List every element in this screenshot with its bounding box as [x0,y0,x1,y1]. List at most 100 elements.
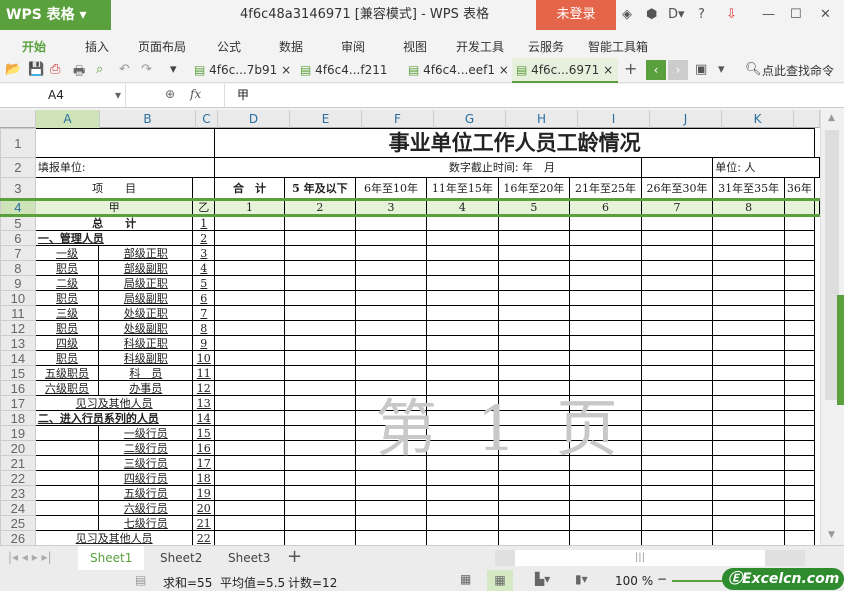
maximize-icon[interactable]: ☐ [790,7,802,22]
cell[interactable] [283,440,356,456]
position-label[interactable]: 四级行员 [98,470,194,486]
cell[interactable] [783,425,816,441]
cell[interactable] [783,275,816,291]
function-icon[interactable]: fx [190,87,201,101]
column-header[interactable]: B [100,110,196,128]
cell[interactable] [640,500,714,516]
cell[interactable] [640,335,714,351]
cell[interactable] [283,530,356,545]
cell[interactable] [569,470,642,486]
row-header[interactable]: 12 [0,320,36,336]
cell[interactable] [426,215,499,231]
cell[interactable] [283,350,356,366]
cell[interactable] [283,470,356,486]
cell[interactable] [214,335,285,351]
row-header[interactable]: 13 [0,335,36,351]
menu-developer[interactable]: 开发工具 [456,38,504,55]
row-number[interactable]: 3 [192,245,216,261]
tab-scroll-left-icon[interactable]: ‹ [646,60,666,80]
position-label[interactable]: 处级正职 [98,305,194,321]
tab-menu-icon[interactable]: ▾ [718,62,725,77]
cell[interactable] [426,335,499,351]
cell[interactable] [712,425,785,441]
code-cell[interactable]: 4 [426,198,499,217]
cell[interactable] [497,530,571,545]
cell[interactable] [569,215,642,231]
close-tab-icon[interactable]: × [499,63,509,77]
cell[interactable] [354,350,428,366]
cell[interactable] [214,455,285,471]
normal-view-icon[interactable]: ▦ [460,572,471,586]
row-number[interactable]: 7 [192,305,216,321]
row-number[interactable]: 17 [192,455,216,471]
cell[interactable] [640,320,714,336]
code-cell[interactable]: 7 [640,198,714,217]
cell[interactable] [640,410,714,426]
column-title[interactable]: 31年至35年 [712,177,785,200]
menu-home[interactable]: 开始 [22,38,46,55]
cell[interactable] [569,275,642,291]
row-header[interactable]: 2 [0,157,36,178]
cell[interactable] [783,290,816,306]
cell[interactable] [497,275,571,291]
cell[interactable] [426,320,499,336]
row-number[interactable]: 22 [192,530,216,545]
row-header[interactable]: 26 [0,530,36,545]
column-header[interactable]: G [434,110,506,128]
cell[interactable] [497,470,571,486]
cell[interactable] [283,215,356,231]
close-icon[interactable]: ✕ [820,7,831,22]
row-header[interactable]: 3 [0,177,36,200]
position-label[interactable]: 科级副职 [98,350,194,366]
cell[interactable] [214,515,285,531]
open-icon[interactable]: 📂 [5,62,21,77]
row-header[interactable]: 1 [0,128,36,158]
code-cell[interactable]: 8 [712,198,785,217]
cell[interactable] [712,350,785,366]
cell[interactable] [354,245,428,261]
cell[interactable] [497,350,571,366]
cell[interactable] [783,515,816,531]
command-search[interactable]: 点此查找命令 [762,62,834,79]
unit-label[interactable]: 单位: 人 [712,157,820,178]
column-title[interactable]: 5 年及以下 [283,177,356,200]
cell[interactable] [712,515,785,531]
cell[interactable] [783,395,816,411]
code-cell[interactable]: 乙 [192,198,216,217]
cell[interactable] [426,350,499,366]
help-icon[interactable]: ? [698,7,705,22]
cell[interactable] [283,485,356,501]
cell[interactable] [814,198,820,217]
row-header[interactable]: 15 [0,365,36,381]
cell[interactable] [214,380,285,396]
menu-smart-tools[interactable]: 智能工具箱 [588,38,648,55]
menu-insert[interactable]: 插入 [85,38,109,55]
cell[interactable] [712,305,785,321]
row-header[interactable]: 7 [0,245,36,261]
grade-label[interactable] [34,425,100,441]
cell[interactable] [783,470,816,486]
row-header[interactable]: 20 [0,440,36,456]
new-tab-icon[interactable]: + [624,59,637,78]
download-icon[interactable]: ⇩ [726,7,737,22]
cell[interactable] [354,305,428,321]
row-number[interactable]: 16 [192,440,216,456]
doc-tab[interactable]: ▤ 4f6c4...eef1 × [404,58,510,83]
sheet-title[interactable]: 事业单位工作人员工龄情况 [214,128,815,158]
export-pdf-icon[interactable]: ⎙ [50,62,60,77]
position-label[interactable]: 处级副职 [98,320,194,336]
cell[interactable] [426,515,499,531]
cell[interactable] [426,275,499,291]
cell[interactable] [354,530,428,545]
wps-app-menu[interactable]: WPS 表格 ▾ [0,0,111,30]
grade-label[interactable]: 职员 [34,290,100,306]
column-header[interactable]: H [506,110,578,128]
row-label[interactable]: 见习及其他人员 [34,395,194,411]
print-icon[interactable]: 🖶 [73,62,85,84]
cell[interactable] [712,335,785,351]
doc-tab[interactable]: ▤ 4f6c...7b91 × [190,58,294,83]
formula-input[interactable]: 甲 [224,84,844,107]
grade-label[interactable] [34,440,100,456]
cell[interactable] [712,260,785,276]
sheet-nav-icons[interactable]: |◂ ◂ ▸ ▸| [8,550,52,564]
